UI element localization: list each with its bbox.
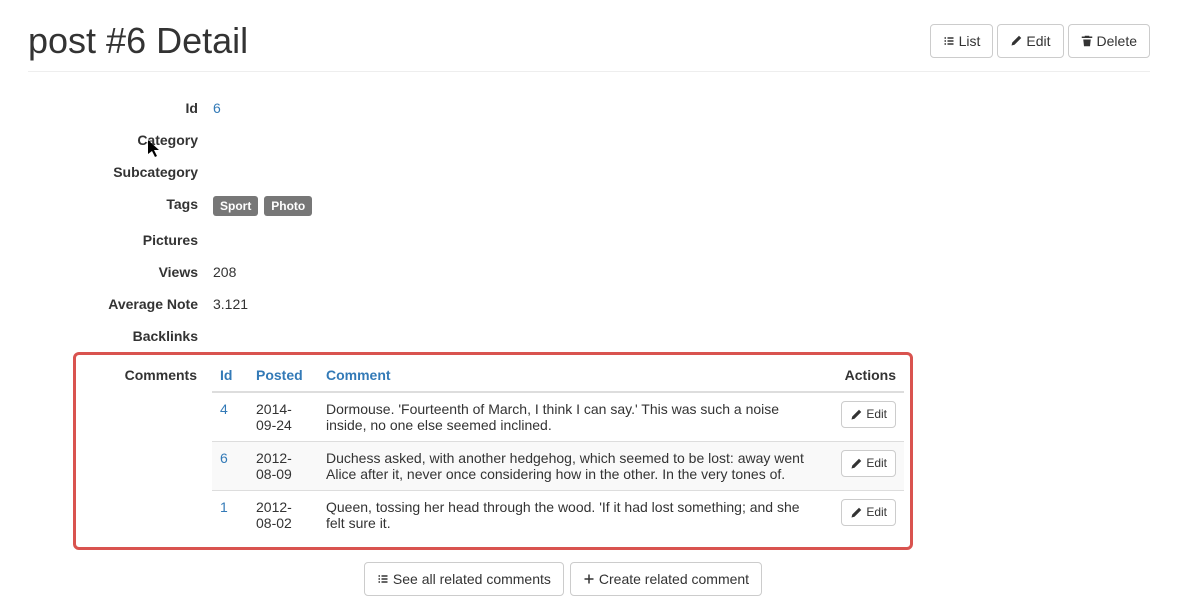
row-edit-button[interactable]: Edit [841,401,896,428]
table-row: 1 2012-08-02 Queen, tossing her head thr… [212,491,904,540]
col-id[interactable]: Id [212,359,248,392]
page-title: post #6 Detail [28,20,248,62]
row-edit-label: Edit [866,455,887,472]
field-backlinks-label: Backlinks [28,320,213,352]
edit-button-label: Edit [1026,31,1050,51]
pencil-icon [1010,35,1022,47]
field-category-value [213,124,1150,140]
trash-icon [1081,35,1093,47]
comment-id-link[interactable]: 1 [220,499,228,515]
field-subcategory-value [213,156,1150,172]
pencil-icon [850,507,862,519]
col-comment[interactable]: Comment [318,359,814,392]
row-edit-label: Edit [866,406,887,423]
field-views-label: Views [28,256,213,288]
list-button-label: List [959,31,981,51]
see-all-comments-label: See all related comments [393,569,551,589]
pencil-icon [850,409,862,421]
row-edit-label: Edit [866,504,887,521]
comment-text: Queen, tossing her head through the wood… [318,491,814,540]
edit-button[interactable]: Edit [997,24,1063,58]
comments-highlight: Comments Id Posted Comment Actions [73,352,913,550]
field-pictures-label: Pictures [28,224,213,256]
comments-table: Id Posted Comment Actions 4 2014-09-24 D… [212,359,904,539]
field-backlinks-value [213,320,1150,336]
field-id-label: Id [28,92,213,124]
plus-icon [583,573,595,585]
field-subcategory-label: Subcategory [28,156,213,188]
row-edit-button[interactable]: Edit [841,450,896,477]
comment-id-link[interactable]: 6 [220,450,228,466]
col-actions: Actions [814,359,904,392]
list-icon [377,573,389,585]
comments-footer: See all related comments Create related … [213,562,913,596]
col-posted[interactable]: Posted [248,359,318,392]
field-tags-label: Tags [28,188,213,220]
comment-text: Dormouse. 'Fourteenth of March, I think … [318,392,814,442]
table-row: 6 2012-08-09 Duchess asked, with another… [212,442,904,491]
comment-posted: 2012-08-09 [248,442,318,491]
field-views-value: 208 [213,256,1150,288]
create-comment-label: Create related comment [599,569,749,589]
header-actions: List Edit Delete [930,24,1150,58]
create-comment-button[interactable]: Create related comment [570,562,762,596]
tag-badge[interactable]: Sport [213,196,258,216]
field-id-value[interactable]: 6 [213,100,221,116]
comment-id-link[interactable]: 4 [220,401,228,417]
table-row: 4 2014-09-24 Dormouse. 'Fourteenth of Ma… [212,392,904,442]
field-category-label: Category [28,124,213,156]
field-avgnote-label: Average Note [28,288,213,320]
pencil-icon [850,458,862,470]
comment-posted: 2014-09-24 [248,392,318,442]
see-all-comments-button[interactable]: See all related comments [364,562,564,596]
delete-button[interactable]: Delete [1068,24,1150,58]
comment-text: Duchess asked, with another hedgehog, wh… [318,442,814,491]
list-icon [943,35,955,47]
list-button[interactable]: List [930,24,994,58]
comment-posted: 2012-08-02 [248,491,318,540]
row-edit-button[interactable]: Edit [841,499,896,526]
tag-badge[interactable]: Photo [264,196,312,216]
field-comments-label: Comments [82,359,212,391]
field-pictures-value [213,224,1150,240]
field-tags-value: Sport Photo [213,188,1150,224]
delete-button-label: Delete [1097,31,1137,51]
field-avgnote-value: 3.121 [213,288,1150,320]
